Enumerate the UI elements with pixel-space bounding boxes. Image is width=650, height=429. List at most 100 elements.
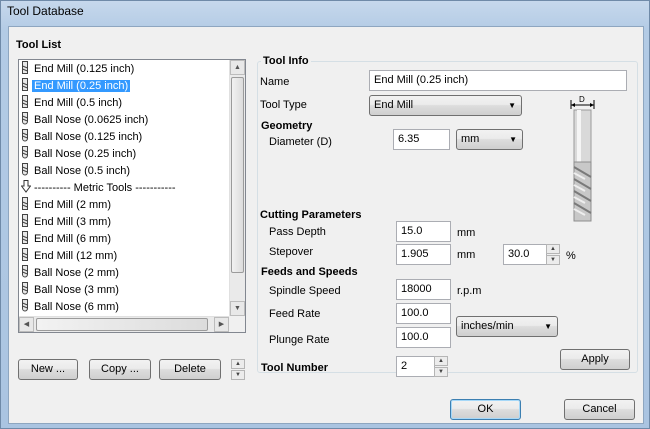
end-mill-icon: [21, 214, 29, 227]
list-item-label: End Mill (3 mm): [34, 216, 112, 228]
list-item-label: Ball Nose (0.0625 inch): [34, 114, 149, 126]
end-mill-icon: [21, 248, 29, 261]
list-item[interactable]: Ball Nose (3 mm): [21, 282, 121, 298]
list-item[interactable]: End Mill (3 mm): [21, 214, 113, 230]
end-mill-icon: [21, 231, 29, 244]
feed-rate-label: Feed Rate: [269, 308, 321, 320]
stepover-field[interactable]: 1.905: [396, 244, 451, 265]
spindle-speed-label: Spindle Speed: [269, 285, 341, 297]
ball-nose-icon: [21, 282, 29, 295]
list-item-label: End Mill (12 mm): [34, 250, 118, 262]
list-item[interactable]: End Mill (0.5 inch): [21, 95, 124, 111]
feed-rate-field[interactable]: 100.0: [396, 303, 451, 324]
tool-name-field[interactable]: End Mill (0.25 inch): [369, 70, 627, 91]
stepover-percent-spinner[interactable]: ▲ ▼: [546, 244, 560, 265]
list-item[interactable]: Ball Nose (0.125 inch): [21, 129, 144, 145]
end-mill-icon: [21, 61, 29, 74]
rate-unit-select[interactable]: inches/min ▼: [456, 316, 558, 337]
end-mill-icon: [21, 95, 29, 108]
diameter-unit-select[interactable]: mm ▼: [456, 129, 523, 150]
plunge-rate-label: Plunge Rate: [269, 334, 330, 346]
ok-button[interactable]: OK: [450, 399, 521, 420]
stepover-label: Stepover: [269, 246, 314, 258]
list-item-label: End Mill (2 mm): [34, 199, 112, 211]
end-mill-icon: [21, 78, 29, 91]
scroll-up-arrow-icon[interactable]: ▲: [230, 60, 245, 75]
list-item[interactable]: Ball Nose (0.25 inch): [21, 146, 138, 162]
chevron-down-icon: ▼: [544, 322, 552, 331]
list-horizontal-scrollbar[interactable]: ◀ ▶: [19, 316, 229, 332]
list-item-label: End Mill (0.125 inch): [34, 63, 135, 75]
title-bar[interactable]: Tool Database: [1, 1, 649, 25]
rate-unit-value: inches/min: [461, 320, 514, 332]
list-item[interactable]: Ball Nose (0.5 inch): [21, 163, 132, 179]
scroll-left-arrow-icon[interactable]: ◀: [19, 317, 34, 332]
geometry-heading: Geometry: [261, 120, 313, 132]
pass-depth-unit: mm: [457, 227, 476, 239]
decrement-arrow-icon[interactable]: ▼: [546, 255, 560, 265]
tool-number-spinner[interactable]: ▲ ▼: [434, 356, 448, 377]
end-mill-diagram-icon: D: [565, 95, 605, 227]
stepover-unit: mm: [457, 249, 476, 261]
pass-depth-label: Pass Depth: [269, 226, 326, 238]
move-down-arrow-icon[interactable]: ▼: [231, 370, 245, 380]
cutting-parameters-heading: Cutting Parameters: [260, 209, 362, 221]
tool-database-window: Tool Database Tool List End Mill (0.125 …: [0, 0, 650, 429]
diagram-d-label: D: [579, 95, 585, 104]
plunge-rate-field[interactable]: 100.0: [396, 327, 451, 348]
list-vertical-scrollbar[interactable]: ▲ ▼: [229, 60, 245, 316]
spindle-speed-field[interactable]: 18000: [396, 279, 451, 300]
ball-nose-icon: [21, 163, 29, 176]
chevron-down-icon: ▼: [508, 101, 516, 110]
ball-nose-icon: [21, 146, 29, 159]
scroll-down-arrow-icon[interactable]: ▼: [230, 301, 245, 316]
list-item-label: Ball Nose (0.25 inch): [34, 148, 137, 160]
list-item-label: Ball Nose (2 mm): [34, 267, 119, 279]
spindle-speed-unit: r.p.m: [457, 285, 482, 297]
diameter-field[interactable]: 6.35: [393, 129, 450, 150]
list-item-label: End Mill (0.5 inch): [34, 97, 123, 109]
increment-arrow-icon[interactable]: ▲: [546, 244, 560, 254]
tool-order-spinner[interactable]: ▲ ▼: [231, 359, 245, 380]
list-item[interactable]: ---------- Metric Tools -----------: [20, 180, 178, 196]
pass-depth-field[interactable]: 15.0: [396, 221, 451, 242]
list-item-label: End Mill (6 mm): [34, 233, 112, 245]
list-item[interactable]: End Mill (6 mm): [21, 231, 113, 247]
apply-button[interactable]: Apply: [560, 349, 630, 370]
tool-type-select[interactable]: End Mill ▼: [369, 95, 522, 116]
ball-nose-icon: [21, 265, 29, 278]
increment-arrow-icon[interactable]: ▲: [434, 356, 448, 366]
tool-list-heading: Tool List: [16, 39, 62, 51]
name-label: Name: [260, 76, 290, 88]
copy-tool-button[interactable]: Copy ...: [89, 359, 151, 380]
tool-number-field[interactable]: 2: [396, 356, 435, 377]
list-item[interactable]: End Mill (12 mm): [21, 248, 119, 264]
scroll-right-arrow-icon[interactable]: ▶: [214, 317, 229, 332]
stepover-percent-field[interactable]: 30.0: [503, 244, 547, 265]
folder-arrow-icon: [20, 180, 32, 193]
ball-nose-icon: [21, 299, 29, 312]
list-item-label: Ball Nose (3 mm): [34, 284, 119, 296]
list-item[interactable]: End Mill (2 mm): [21, 197, 113, 213]
diameter-unit-value: mm: [461, 133, 480, 145]
list-item[interactable]: Ball Nose (2 mm): [21, 265, 121, 281]
list-item-label: Ball Nose (0.5 inch): [34, 165, 130, 177]
list-item[interactable]: End Mill (0.125 inch): [21, 61, 136, 77]
list-item-label: Ball Nose (0.125 inch): [34, 131, 143, 143]
horizontal-scroll-thumb[interactable]: [36, 318, 208, 331]
cancel-button[interactable]: Cancel: [564, 399, 635, 420]
delete-tool-button[interactable]: Delete: [159, 359, 221, 380]
vertical-scroll-thumb[interactable]: [231, 77, 244, 273]
decrement-arrow-icon[interactable]: ▼: [434, 367, 448, 377]
tool-list[interactable]: End Mill (0.125 inch) End Mill (0.25 inch…: [18, 59, 246, 333]
new-tool-button[interactable]: New ...: [18, 359, 78, 380]
list-item[interactable]: End Mill (0.25 inch): [21, 78, 131, 94]
list-item-label: Ball Nose (6 mm): [34, 301, 119, 313]
list-item-label: End Mill (0.25 inch): [32, 80, 131, 92]
move-up-arrow-icon[interactable]: ▲: [231, 359, 245, 369]
window-title: Tool Database: [7, 4, 84, 18]
scroll-corner: [229, 316, 245, 332]
list-item[interactable]: Ball Nose (0.0625 inch): [21, 112, 150, 128]
list-item[interactable]: Ball Nose (6 mm): [21, 299, 121, 315]
ball-nose-icon: [21, 112, 29, 125]
